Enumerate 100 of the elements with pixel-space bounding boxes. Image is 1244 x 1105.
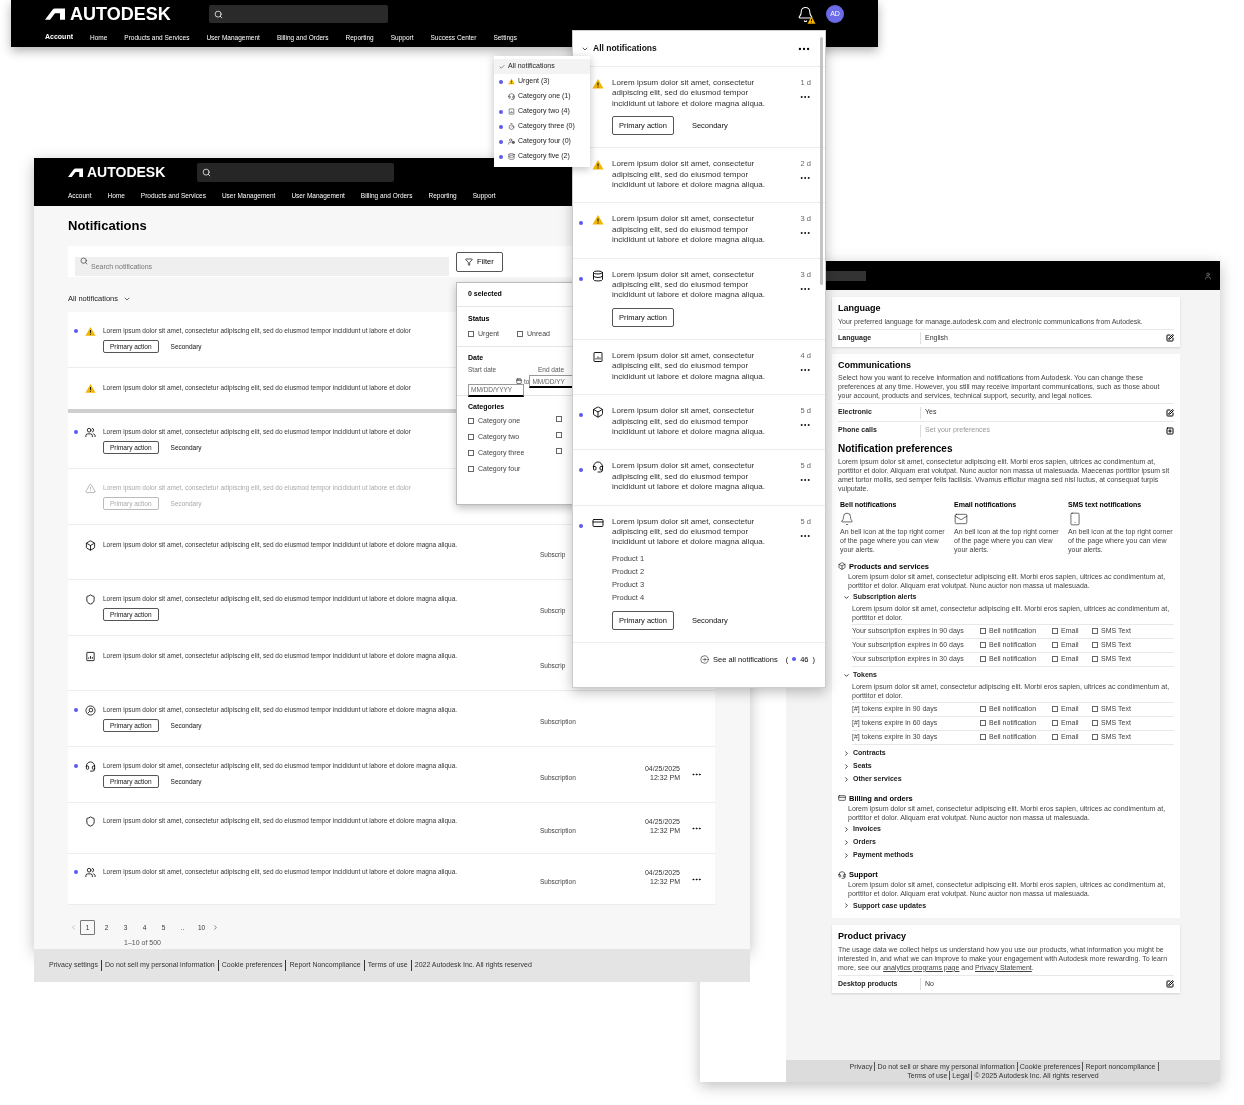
people-icon bbox=[85, 427, 96, 439]
cube-icon bbox=[592, 406, 604, 419]
chevron-down-icon[interactable] bbox=[843, 593, 850, 601]
chart-document-icon bbox=[85, 651, 96, 663]
headset-icon bbox=[85, 761, 96, 773]
chevron-down-icon[interactable] bbox=[843, 671, 850, 679]
page-title: Notifications bbox=[68, 218, 147, 234]
stopwatch-icon bbox=[508, 123, 515, 130]
checkbox[interactable] bbox=[468, 433, 474, 440]
warning-icon bbox=[85, 326, 96, 338]
edit-icon[interactable] bbox=[1166, 334, 1174, 342]
card-title: Communications bbox=[838, 358, 911, 372]
card-title: Notification preferences bbox=[838, 442, 953, 456]
warning-icon bbox=[592, 159, 604, 172]
user-icon[interactable] bbox=[1204, 271, 1212, 280]
checkbox[interactable] bbox=[980, 734, 986, 741]
checkbox[interactable] bbox=[1052, 628, 1058, 635]
chevron-right-icon[interactable] bbox=[843, 775, 850, 783]
checkbox[interactable] bbox=[980, 706, 986, 713]
envelope-icon bbox=[954, 511, 968, 526]
checkbox[interactable] bbox=[980, 656, 986, 663]
calendar-icon bbox=[516, 378, 522, 385]
notification-text: Lorem ipsum dolor sit amet, consectetur adipiscing elit, sed do eiusmod tempor incididunt ut labore et dolore magna aliqua. bbox=[612, 269, 766, 301]
bell-icon bbox=[840, 511, 854, 526]
checkbox[interactable] bbox=[1052, 720, 1058, 727]
checkbox[interactable] bbox=[468, 417, 474, 424]
people-icon bbox=[85, 867, 96, 879]
next-page-icon[interactable] bbox=[212, 924, 219, 932]
filter-icon bbox=[465, 257, 473, 266]
notification-text: Lorem ipsum dolor sit amet, consectetur adipiscing elit, sed do eiusmod tempor incididunt ut labore et dolore magna aliqua. bbox=[612, 159, 766, 191]
cube-icon bbox=[838, 562, 846, 571]
checkbox[interactable] bbox=[1092, 734, 1098, 741]
warning-icon bbox=[592, 78, 604, 90]
checkbox[interactable] bbox=[556, 448, 562, 455]
search-field[interactable] bbox=[197, 162, 395, 182]
chevron-right-icon[interactable] bbox=[843, 902, 850, 910]
checkbox[interactable] bbox=[1092, 706, 1098, 713]
checkbox[interactable] bbox=[468, 330, 474, 337]
search-icon bbox=[202, 167, 212, 177]
notification-text: Lorem ipsum dolor sit amet, consectetur adipiscing elit, sed do eiusmod tempor incididunt ut labore et dolore magna aliqua. bbox=[612, 350, 766, 383]
warning-icon bbox=[85, 383, 96, 395]
card-icon bbox=[592, 516, 604, 529]
brand-name: AUTODESK bbox=[87, 165, 166, 179]
edit-icon[interactable] bbox=[1166, 408, 1174, 417]
database-icon bbox=[592, 269, 604, 282]
edit-icon[interactable] bbox=[1166, 980, 1174, 989]
search-icon bbox=[213, 9, 223, 19]
chevron-right-icon[interactable] bbox=[843, 749, 850, 757]
checkbox[interactable] bbox=[556, 432, 562, 439]
chart-document-icon bbox=[592, 350, 604, 363]
checkbox[interactable] bbox=[1052, 734, 1058, 741]
notification-text: Lorem ipsum dolor sit amet, consectetur adipiscing elit, sed do eiusmod tempor incididunt ut labore et dolore magna aliqua. bbox=[612, 516, 766, 548]
notification-text: Lorem ipsum dolor sit amet, consectetur adipiscing elit, sed do eiusmod tempor incididunt ut labore et dolore magna aliqua. bbox=[612, 78, 766, 110]
chevron-right-icon[interactable] bbox=[843, 826, 850, 833]
card-title: Language bbox=[838, 302, 881, 315]
panel-title: All notifications bbox=[593, 42, 657, 55]
checkbox[interactable] bbox=[1092, 628, 1098, 635]
chart-document-icon bbox=[508, 108, 515, 115]
database-icon bbox=[508, 153, 515, 160]
chevron-right-icon[interactable] bbox=[843, 839, 850, 846]
headset-icon bbox=[592, 461, 604, 474]
warning-icon bbox=[592, 214, 604, 227]
magnifier-circle-icon bbox=[85, 705, 96, 717]
add-icon[interactable] bbox=[1166, 426, 1174, 435]
phone-icon bbox=[1068, 511, 1082, 526]
notification-text: Lorem ipsum dolor sit amet, consectetur adipiscing elit, sed do eiusmod tempor incididunt ut labore et dolore magna aliqua. bbox=[612, 214, 766, 246]
checkbox[interactable] bbox=[556, 416, 562, 423]
checkbox[interactable] bbox=[980, 720, 986, 727]
chevron-right-icon[interactable] bbox=[843, 852, 850, 859]
checkbox[interactable] bbox=[1052, 642, 1058, 649]
checkbox[interactable] bbox=[1092, 720, 1098, 727]
checkbox[interactable] bbox=[1092, 642, 1098, 649]
headset-icon bbox=[508, 93, 515, 100]
logo-icon bbox=[45, 8, 65, 20]
checkbox[interactable] bbox=[1092, 656, 1098, 663]
checkbox[interactable] bbox=[468, 449, 474, 456]
card-title: Product privacy bbox=[838, 930, 907, 944]
warning-icon bbox=[85, 483, 96, 495]
checkbox[interactable] bbox=[468, 465, 474, 472]
check-icon bbox=[499, 63, 505, 70]
cube-icon bbox=[85, 540, 96, 552]
checkbox[interactable] bbox=[980, 642, 986, 649]
arrow-circle-icon bbox=[700, 654, 710, 664]
shield-icon bbox=[85, 816, 96, 828]
checkbox[interactable] bbox=[517, 330, 523, 337]
warning-icon bbox=[508, 78, 515, 85]
checkbox[interactable] bbox=[1052, 706, 1058, 713]
card-icon bbox=[838, 794, 846, 803]
brand-name: AUTODESK bbox=[70, 5, 171, 23]
search-icon bbox=[80, 257, 88, 265]
checkbox[interactable] bbox=[1052, 656, 1058, 663]
shield-icon bbox=[85, 594, 96, 606]
notification-text: Lorem ipsum dolor sit amet, consectetur adipiscing elit, sed do eiusmod tempor incididunt ut labore et dolore magna aliqua. bbox=[612, 406, 766, 438]
headset-icon bbox=[838, 870, 846, 879]
bell-alert-icon[interactable] bbox=[797, 5, 814, 23]
logo-icon bbox=[68, 167, 83, 177]
notification-text: Lorem ipsum dolor sit amet, consectetur adipiscing elit, sed do eiusmod tempor incididunt ut labore et dolore magna aliqua. bbox=[612, 461, 766, 493]
search-field[interactable] bbox=[208, 5, 388, 23]
chevron-right-icon[interactable] bbox=[843, 762, 850, 770]
checkbox[interactable] bbox=[980, 628, 986, 635]
